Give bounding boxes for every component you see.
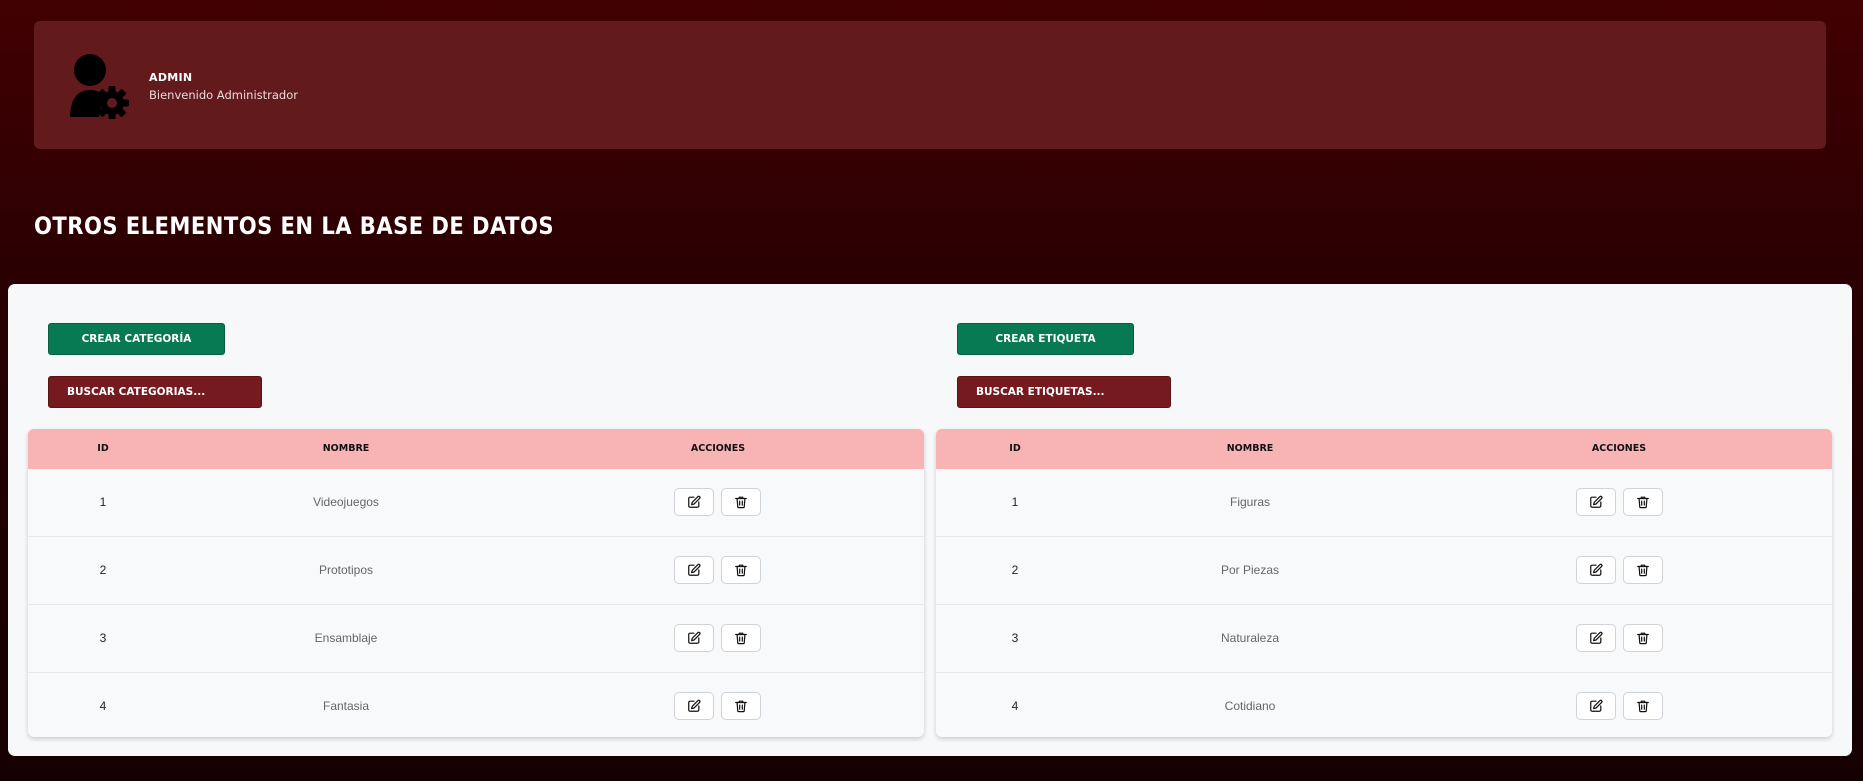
user-gear-icon — [70, 54, 129, 119]
row-name: Cotidiano — [1224, 699, 1276, 713]
profile-role: ADMIN — [149, 71, 193, 84]
row-id: 4 — [99, 699, 107, 713]
pencil-square-icon — [1590, 495, 1603, 508]
edit-button[interactable] — [1576, 624, 1616, 652]
table-header: ID NOMBRE ACCIONES — [28, 429, 924, 469]
trash-icon — [1637, 700, 1649, 713]
row-id: 1 — [1011, 495, 1019, 509]
table-row: 3 Ensamblaje — [28, 605, 924, 673]
table-row: 4 Fantasia — [28, 673, 924, 737]
delete-button[interactable] — [721, 556, 761, 584]
row-name: Figuras — [1229, 495, 1271, 509]
edit-button[interactable] — [1576, 692, 1616, 720]
table-row: 4 Cotidiano — [936, 673, 1832, 737]
edit-button[interactable] — [674, 556, 714, 584]
row-name: Videojuegos — [313, 495, 379, 509]
trash-icon — [1637, 564, 1649, 577]
edit-button[interactable] — [674, 624, 714, 652]
column-header-actions: ACCIONES — [690, 443, 746, 454]
pencil-square-icon — [688, 631, 701, 644]
row-name: Prototipos — [318, 563, 374, 577]
row-id: 3 — [1011, 631, 1019, 645]
trash-icon — [735, 632, 747, 645]
search-categories-input[interactable] — [48, 376, 262, 408]
trash-icon — [735, 700, 747, 713]
create-tag-button[interactable]: CREAR ETIQUETA — [957, 323, 1134, 355]
row-name: Fantasia — [322, 699, 370, 713]
pencil-square-icon — [688, 563, 701, 576]
row-id: 1 — [99, 495, 107, 509]
row-id: 4 — [1011, 699, 1019, 713]
table-header: ID NOMBRE ACCIONES — [936, 429, 1832, 469]
table-row: 1 Figuras — [936, 469, 1832, 537]
table-row: 3 Naturaleza — [936, 605, 1832, 673]
pencil-square-icon — [1590, 563, 1603, 576]
edit-button[interactable] — [1576, 488, 1616, 516]
trash-icon — [735, 564, 747, 577]
column-header-name: NOMBRE — [1226, 443, 1274, 454]
delete-button[interactable] — [1623, 556, 1663, 584]
profile-greeting: Bienvenido Administrador — [149, 88, 298, 102]
profile-card: ADMIN Bienvenido Administrador — [34, 21, 1826, 149]
column-header-actions: ACCIONES — [1591, 443, 1647, 454]
categories-table: ID NOMBRE ACCIONES 1 Videojuegos 2 Proto… — [28, 429, 924, 737]
trash-icon — [735, 496, 747, 509]
column-header-name: NOMBRE — [322, 443, 370, 454]
categories-table-body: 1 Videojuegos 2 Prototipos 3 Ensamblaje — [28, 469, 924, 737]
pencil-square-icon — [1590, 631, 1603, 644]
delete-button[interactable] — [1623, 624, 1663, 652]
column-header-id: ID — [1009, 443, 1021, 454]
table-row: 2 Por Piezas — [936, 537, 1832, 605]
trash-icon — [1637, 632, 1649, 645]
row-id: 3 — [99, 631, 107, 645]
column-header-id: ID — [97, 443, 109, 454]
pencil-square-icon — [688, 699, 701, 712]
row-id: 2 — [1011, 563, 1019, 577]
delete-button[interactable] — [721, 692, 761, 720]
delete-button[interactable] — [1623, 692, 1663, 720]
edit-button[interactable] — [674, 488, 714, 516]
create-category-button[interactable]: CREAR CATEGORÍA — [48, 323, 225, 355]
delete-button[interactable] — [721, 488, 761, 516]
row-name: Naturaleza — [1220, 631, 1280, 645]
tags-table-body: 1 Figuras 2 Por Piezas 3 Naturaleza 4 Co… — [936, 469, 1832, 737]
row-id: 2 — [99, 563, 107, 577]
edit-button[interactable] — [1576, 556, 1616, 584]
page-title: OTROS ELEMENTOS EN LA BASE DE DATOS — [34, 212, 555, 240]
pencil-square-icon — [1590, 699, 1603, 712]
table-row: 1 Videojuegos — [28, 469, 924, 537]
delete-button[interactable] — [1623, 488, 1663, 516]
tags-table: ID NOMBRE ACCIONES 1 Figuras 2 Por Pieza… — [936, 429, 1832, 737]
row-name: Ensamblaje — [314, 631, 378, 645]
delete-button[interactable] — [721, 624, 761, 652]
edit-button[interactable] — [674, 692, 714, 720]
pencil-square-icon — [688, 495, 701, 508]
search-tags-input[interactable] — [957, 376, 1171, 408]
row-name: Por Piezas — [1220, 563, 1280, 577]
table-row: 2 Prototipos — [28, 537, 924, 605]
trash-icon — [1637, 496, 1649, 509]
